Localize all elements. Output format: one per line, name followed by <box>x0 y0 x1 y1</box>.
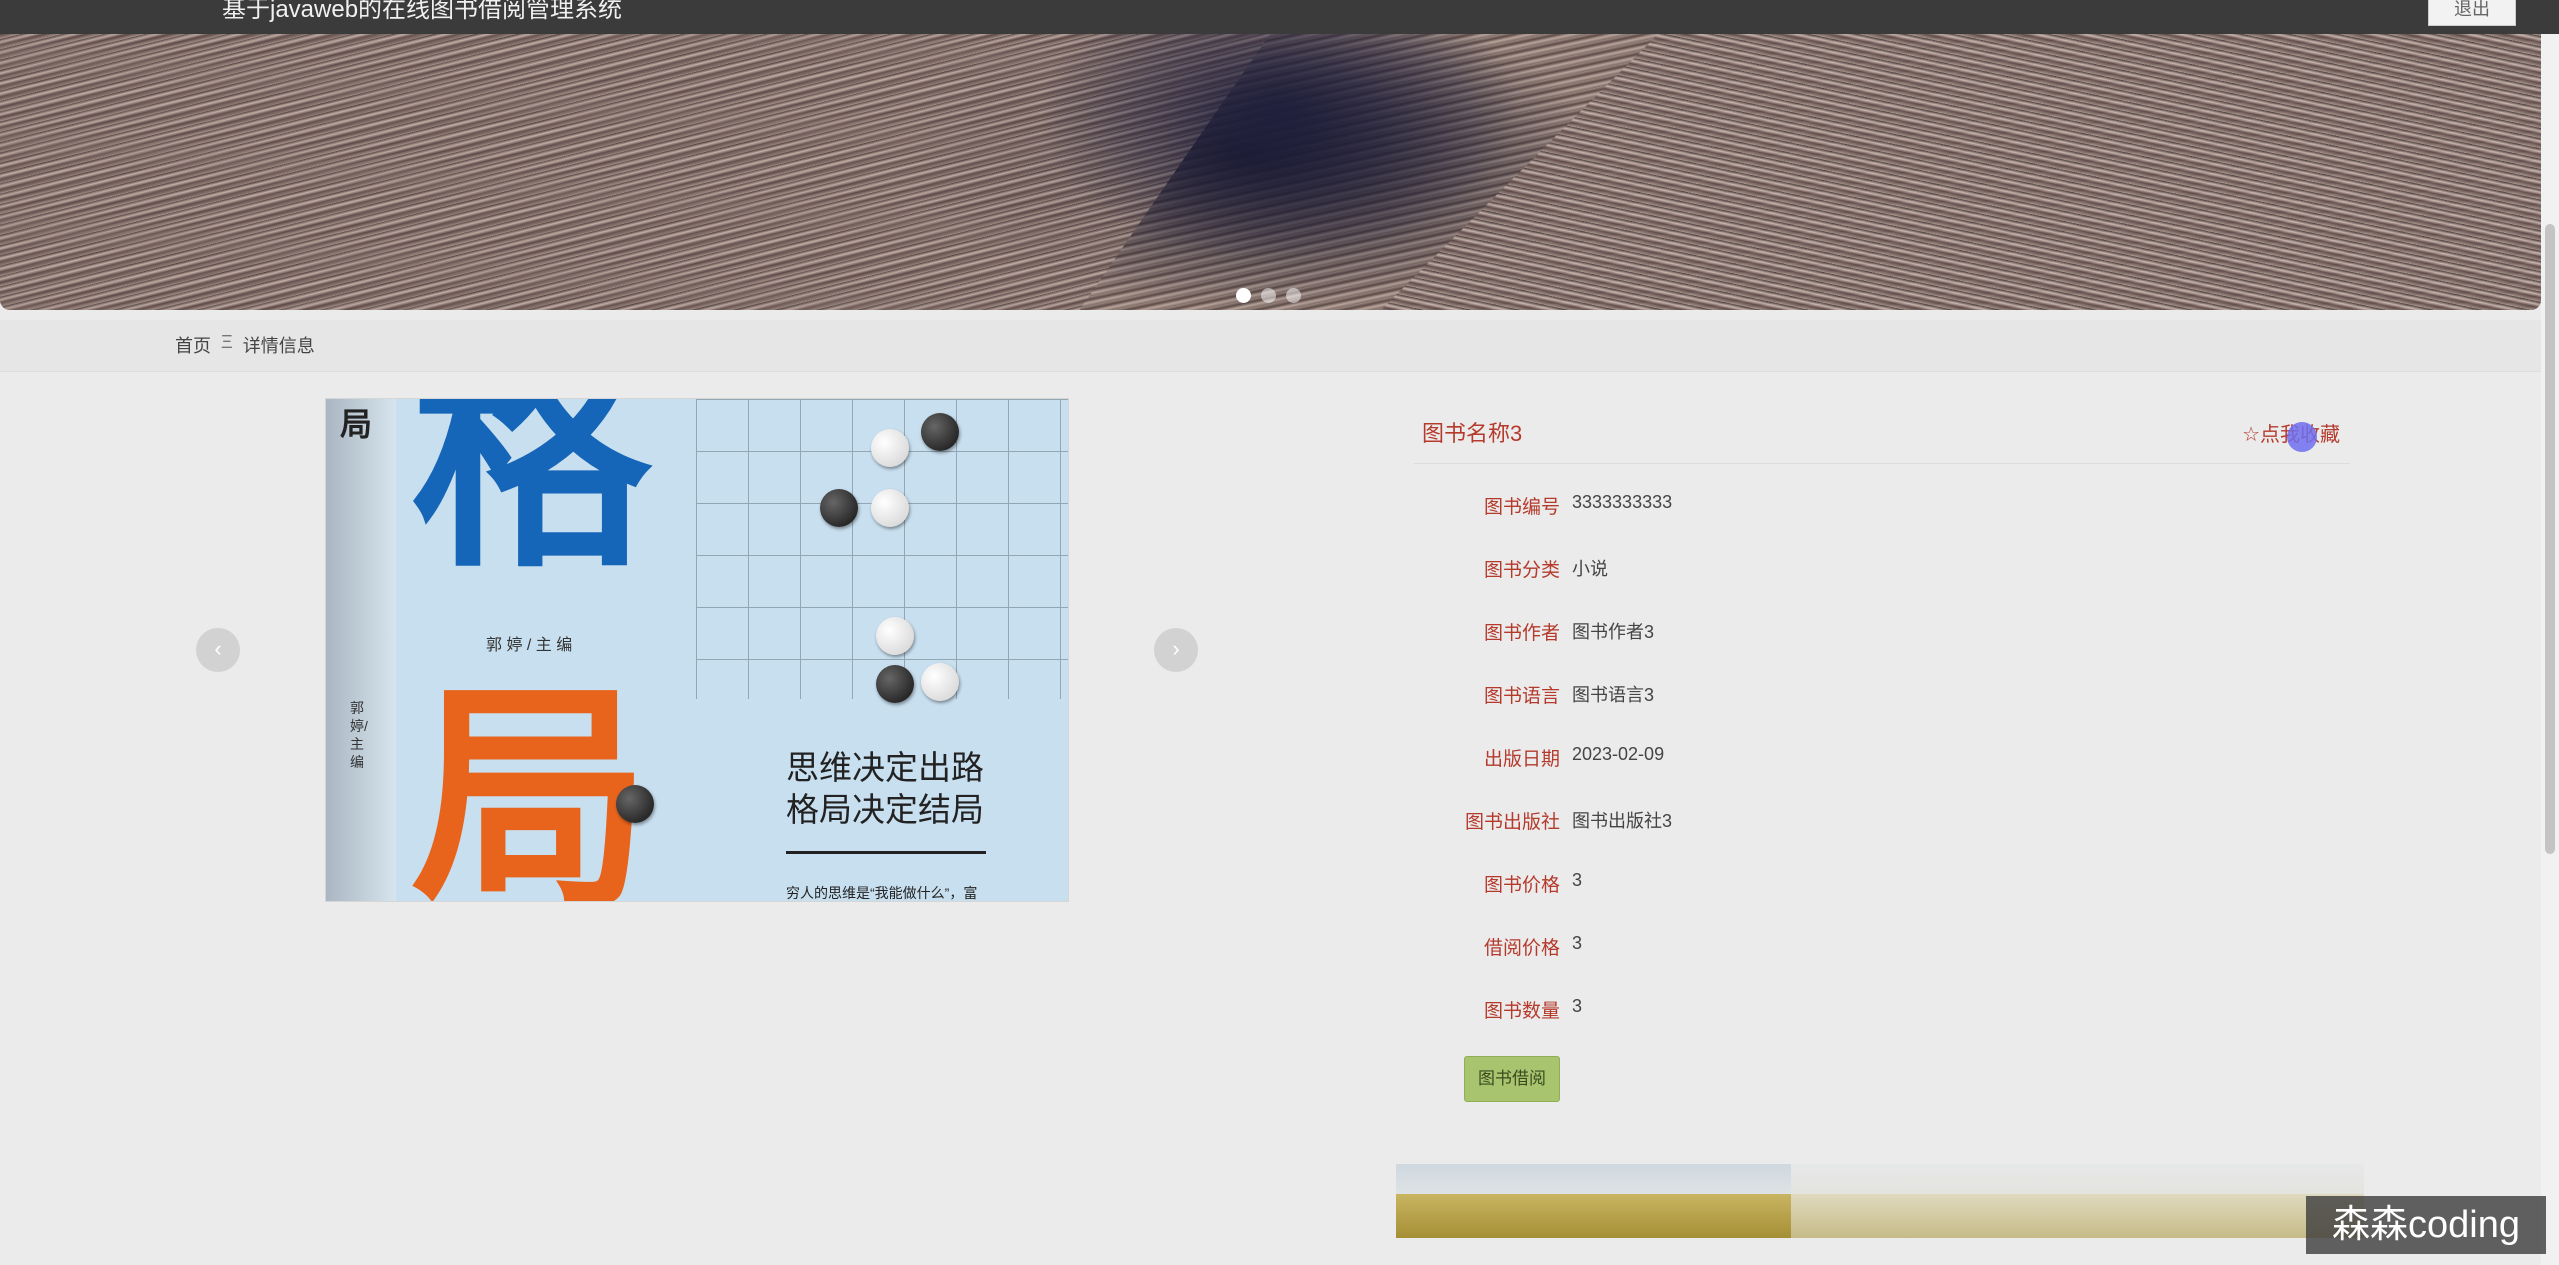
breadcrumb: 首页 Ξ 详情信息 <box>175 332 315 358</box>
black-stone <box>616 785 654 823</box>
field-label: 图书数量 <box>1483 1001 1560 1022</box>
white-stone <box>871 489 909 527</box>
field-label: 图书出版社 <box>1464 812 1560 833</box>
white-stone <box>871 429 909 467</box>
app-title: 基于javaweb的在线图书借阅管理系统 <box>222 0 623 23</box>
field-label: 图书编号 <box>1483 497 1560 518</box>
field-value: 2023-02-09 <box>1572 744 1665 764</box>
field-row: 图书价格 3 <box>1414 870 2350 900</box>
field-value: 3333333333 <box>1572 492 1673 512</box>
book-name: 图书名称3 <box>1422 421 1523 446</box>
field-value: 图书作者3 <box>1572 622 1655 642</box>
breadcrumb-home[interactable]: 首页 <box>175 332 211 358</box>
black-stone <box>921 413 959 451</box>
field-row: 图书数量 3 <box>1414 996 2350 1026</box>
black-stone <box>820 489 858 527</box>
field-value: 3 <box>1572 870 1583 890</box>
breadcrumb-current: 详情信息 <box>242 336 315 356</box>
chevron-right-icon: › <box>1172 636 1180 661</box>
cover-editor: 郭 婷 / 主 编 <box>486 637 573 654</box>
breadcrumb-bar <box>0 320 2541 372</box>
field-value: 3 <box>1572 996 1583 1016</box>
field-value: 图书出版社3 <box>1572 811 1673 831</box>
carousel-dot-3[interactable] <box>1286 288 1301 303</box>
detail-header: 图书名称3 ☆点我收藏 <box>1414 398 2350 464</box>
field-label: 图书语言 <box>1483 686 1560 707</box>
cover-spine-text: 郭婷/主编 <box>350 700 368 770</box>
field-label: 图书分类 <box>1483 560 1560 581</box>
book-cover-image: 局 郭婷/主编 格 局 郭 婷 / 主 编 思维决定出路 格局决定结局 穷人的思… <box>325 398 1069 902</box>
mouse-cursor-indicator <box>2287 422 2317 452</box>
cover-corner-char: 局 <box>340 406 373 442</box>
chevron-left-icon: ‹ <box>214 636 222 661</box>
field-value: 3 <box>1572 933 1583 953</box>
carousel-dot-2[interactable] <box>1261 288 1276 303</box>
field-row: 图书语言 图书语言3 <box>1414 681 2350 711</box>
field-label: 出版日期 <box>1483 749 1560 770</box>
logout-button[interactable]: 退出 <box>2428 0 2516 26</box>
field-row: 图书分类 小说 <box>1414 555 2350 585</box>
breadcrumb-separator: Ξ <box>221 332 233 352</box>
carousel-indicators <box>1236 288 1301 303</box>
field-row: 出版日期 2023-02-09 <box>1414 744 2350 774</box>
gallery-next-button[interactable]: › <box>1154 628 1198 672</box>
gallery-prev-button[interactable]: ‹ <box>196 628 240 672</box>
white-stone <box>921 663 959 701</box>
page-scrollbar[interactable] <box>2541 34 2559 1265</box>
cover-slogan: 思维决定出路 格局决定结局 <box>786 749 984 828</box>
field-label: 图书作者 <box>1483 623 1560 644</box>
related-image-strip <box>1396 1164 2364 1238</box>
black-stone <box>876 665 914 703</box>
white-stone <box>876 617 914 655</box>
field-label: 借阅价格 <box>1483 938 1560 959</box>
borrow-book-button[interactable]: 图书借阅 <box>1464 1056 1560 1102</box>
cover-small-text: 穷人的思维是“我能做什么”，富 <box>786 885 978 901</box>
field-value: 小说 <box>1572 559 1608 579</box>
field-row: 图书作者 图书作者3 <box>1414 618 2350 648</box>
watermark: 森森coding <box>2306 1196 2546 1254</box>
cover-title-bottom: 局 <box>411 658 652 902</box>
banner-carousel <box>0 34 2541 310</box>
field-row: 图书编号 3333333333 <box>1414 492 2350 522</box>
top-navbar: 基于javaweb的在线图书借阅管理系统 退出 <box>0 0 2559 34</box>
scrollbar-thumb[interactable] <box>2545 224 2555 854</box>
field-value: 图书语言3 <box>1572 685 1655 705</box>
cover-title-top: 格 <box>411 398 652 600</box>
field-row: 图书出版社 图书出版社3 <box>1414 807 2350 837</box>
carousel-dot-1[interactable] <box>1236 288 1251 303</box>
field-row: 借阅价格 3 <box>1414 933 2350 963</box>
field-label: 图书价格 <box>1483 875 1560 896</box>
